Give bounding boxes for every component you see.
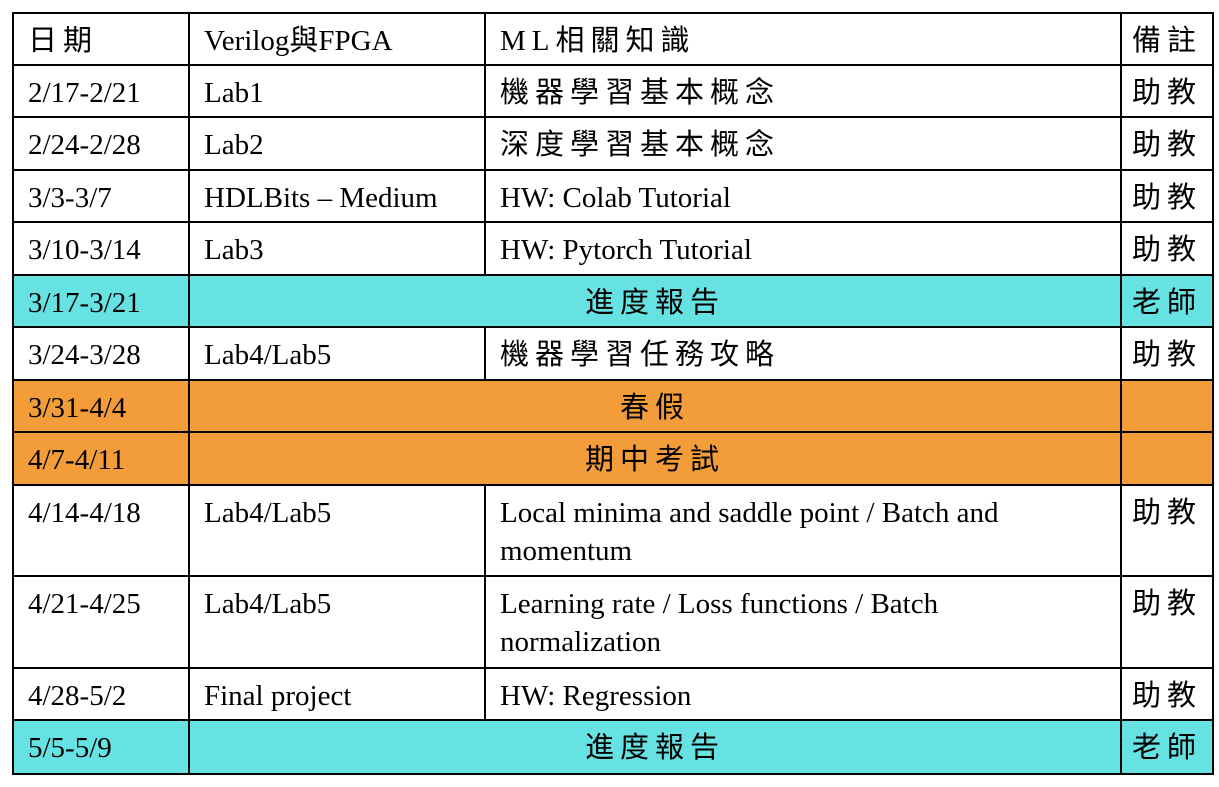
ml-cell: Local minima and saddle point / Batch an… [484, 484, 1122, 577]
date-cell: 2/24-2/28 [12, 116, 190, 171]
date-cell: 4/21-4/25 [12, 575, 190, 669]
verilog-cell: Lab3 [188, 221, 486, 276]
verilog-cell: Lab1 [188, 64, 486, 118]
verilog-cell: Lab4/Lab5 [188, 326, 486, 381]
progress-report-cell: 進度報告 [188, 274, 1122, 328]
note-cell [1120, 379, 1214, 433]
date-cell: 3/3-3/7 [12, 169, 190, 223]
table-row: 2/24-2/28 Lab2 深度學習基本概念 助教 [12, 116, 1214, 171]
ml-cell: Learning rate / Loss functions / Batch n… [484, 575, 1122, 669]
date-cell: 4/7-4/11 [12, 431, 190, 486]
note-cell: 助教 [1120, 64, 1214, 118]
ml-cell: HW: Colab Tutorial [484, 169, 1122, 223]
ml-cell: HW: Regression [484, 667, 1122, 721]
spring-break-row: 3/31-4/4 春假 [12, 379, 1214, 433]
date-cell: 4/14-4/18 [12, 484, 190, 577]
date-cell: 3/10-3/14 [12, 221, 190, 276]
date-cell: 3/17-3/21 [12, 274, 190, 328]
verilog-cell: Final project [188, 667, 486, 721]
table-row: 4/14-4/18 Lab4/Lab5 Local minima and sad… [12, 484, 1214, 577]
table-row: 3/10-3/14 Lab3 HW: Pytorch Tutorial 助教 [12, 221, 1214, 276]
header-note: 備註 [1120, 12, 1214, 66]
note-cell: 助教 [1120, 116, 1214, 171]
table-row: 3/3-3/7 HDLBits – Medium HW: Colab Tutor… [12, 169, 1214, 223]
note-cell: 助教 [1120, 221, 1214, 276]
ml-cell: 機器學習任務攻略 [484, 326, 1122, 381]
ml-cell: 深度學習基本概念 [484, 116, 1122, 171]
date-cell: 2/17-2/21 [12, 64, 190, 118]
progress-report-row: 5/5-5/9 進度報告 老師 [12, 719, 1214, 775]
verilog-cell: Lab4/Lab5 [188, 575, 486, 669]
schedule-table: 日期 Verilog與FPGA ML相關知識 備註 2/17-2/21 Lab1… [12, 12, 1214, 775]
note-cell: 老師 [1120, 719, 1214, 775]
midterm-cell: 期中考試 [188, 431, 1122, 486]
table-row: 3/24-3/28 Lab4/Lab5 機器學習任務攻略 助教 [12, 326, 1214, 381]
note-cell: 助教 [1120, 169, 1214, 223]
verilog-cell: HDLBits – Medium [188, 169, 486, 223]
note-cell: 老師 [1120, 274, 1214, 328]
progress-report-row: 3/17-3/21 進度報告 老師 [12, 274, 1214, 328]
table-row: 2/17-2/21 Lab1 機器學習基本概念 助教 [12, 64, 1214, 118]
header-verilog: Verilog與FPGA [188, 12, 486, 66]
date-cell: 3/24-3/28 [12, 326, 190, 381]
date-cell: 3/31-4/4 [12, 379, 190, 433]
table-row: 4/28-5/2 Final project HW: Regression 助教 [12, 667, 1214, 721]
table-row: 4/21-4/25 Lab4/Lab5 Learning rate / Loss… [12, 575, 1214, 669]
note-cell: 助教 [1120, 326, 1214, 381]
verilog-cell: Lab2 [188, 116, 486, 171]
date-cell: 5/5-5/9 [12, 719, 190, 775]
header-date: 日期 [12, 12, 190, 66]
verilog-cell: Lab4/Lab5 [188, 484, 486, 577]
midterm-row: 4/7-4/11 期中考試 [12, 431, 1214, 486]
ml-cell: 機器學習基本概念 [484, 64, 1122, 118]
note-cell [1120, 431, 1214, 486]
header-row: 日期 Verilog與FPGA ML相關知識 備註 [12, 12, 1214, 66]
note-cell: 助教 [1120, 575, 1214, 669]
date-cell: 4/28-5/2 [12, 667, 190, 721]
ml-cell: HW: Pytorch Tutorial [484, 221, 1122, 276]
header-ml: ML相關知識 [484, 12, 1122, 66]
progress-report-cell: 進度報告 [188, 719, 1122, 775]
spring-break-cell: 春假 [188, 379, 1122, 433]
note-cell: 助教 [1120, 667, 1214, 721]
note-cell: 助教 [1120, 484, 1214, 577]
